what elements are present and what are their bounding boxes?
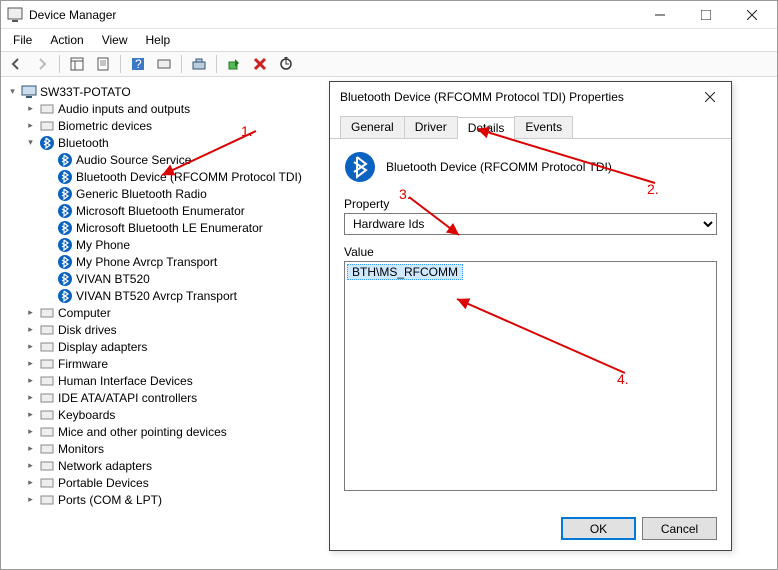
computer-icon [21,84,37,100]
properties-icon[interactable] [92,53,114,75]
tree-item-label: VIVAN BT520 Avrcp Transport [76,289,237,303]
tree-root-label: SW33T-POTATO [40,85,131,99]
property-label: Property [344,197,717,211]
tree-item-label: Audio inputs and outputs [58,102,190,116]
menu-file[interactable]: File [5,31,40,49]
help-icon[interactable]: ? [127,53,149,75]
tree-item-label: IDE ATA/ATAPI controllers [58,391,197,405]
uninstall-device-icon[interactable] [249,53,271,75]
cancel-button[interactable]: Cancel [642,517,717,540]
tab-driver[interactable]: Driver [404,116,458,138]
expander-icon[interactable]: ▸ [25,409,36,420]
close-button[interactable] [729,1,775,29]
tree-item-label: Generic Bluetooth Radio [76,187,207,201]
expander-icon[interactable]: ▸ [25,120,36,131]
expander-icon[interactable]: ▸ [25,375,36,386]
tree-item-label: Bluetooth [58,136,109,150]
tree-item-label: VIVAN BT520 [76,272,150,286]
scan-hardware-icon[interactable] [153,53,175,75]
value-label: Value [344,245,717,259]
tree-item-label: Microsoft Bluetooth LE Enumerator [76,221,263,235]
expander-icon[interactable]: ▸ [25,358,36,369]
tree-item-label: Human Interface Devices [58,374,193,388]
tree-item-label: Keyboards [58,408,115,422]
back-button[interactable] [5,53,27,75]
value-item[interactable]: BTH\MS_RFCOMM [347,264,463,280]
device-manager-icon [7,7,23,23]
tree-item-label: Mice and other pointing devices [58,425,227,439]
tree-item-label: Bluetooth Device (RFCOMM Protocol TDI) [76,170,302,184]
forward-button[interactable] [31,53,53,75]
expander-icon[interactable]: ▸ [25,307,36,318]
value-listbox[interactable]: BTH\MS_RFCOMM [344,261,717,491]
property-select[interactable]: Hardware Ids [344,213,717,235]
enable-device-icon[interactable] [223,53,245,75]
tree-item-label: Ports (COM & LPT) [58,493,162,507]
expander-icon[interactable]: ▸ [25,426,36,437]
tree-item-label: Firmware [58,357,108,371]
dialog-tabs: General Driver Details Events [330,112,731,139]
titlebar: Device Manager [1,1,777,29]
expander-icon[interactable]: ▸ [25,324,36,335]
tree-item-label: Biometric devices [58,119,152,133]
menubar: File Action View Help [1,29,777,51]
dialog-device-name: Bluetooth Device (RFCOMM Protocol TDI) [386,160,612,174]
expander-icon[interactable]: ▸ [25,341,36,352]
tab-details[interactable]: Details [457,117,516,139]
tree-item-label: Computer [58,306,111,320]
expander-icon[interactable]: ▸ [25,494,36,505]
expander-icon[interactable]: ▸ [25,443,36,454]
tree-item-label: Microsoft Bluetooth Enumerator [76,204,245,218]
menu-action[interactable]: Action [42,31,91,49]
tree-item-label: Monitors [58,442,104,456]
tree-item-label: Audio Source Service [76,153,191,167]
ok-button[interactable]: OK [561,517,636,540]
tab-events[interactable]: Events [514,116,573,138]
tree-item-label: Network adapters [58,459,152,473]
scan-changes-icon[interactable] [275,53,297,75]
expander-icon[interactable]: ▸ [25,392,36,403]
expander-icon[interactable]: ▸ [25,477,36,488]
tab-general[interactable]: General [340,116,405,138]
tree-item-label: My Phone [76,238,130,252]
dialog-titlebar[interactable]: Bluetooth Device (RFCOMM Protocol TDI) P… [330,82,731,112]
tree-item-label: Portable Devices [58,476,149,490]
dialog-title: Bluetooth Device (RFCOMM Protocol TDI) P… [340,90,699,104]
window-title: Device Manager [29,8,637,22]
update-driver-icon[interactable] [188,53,210,75]
dialog-close-button[interactable] [699,86,721,108]
maximize-button[interactable] [683,1,729,29]
expander-icon[interactable]: ▾ [25,137,36,148]
tree-item-label: My Phone Avrcp Transport [76,255,217,269]
tree-item-label: Disk drives [58,323,117,337]
expander-icon[interactable]: ▸ [25,460,36,471]
bluetooth-icon [344,151,376,183]
show-hide-tree-icon[interactable] [66,53,88,75]
toolbar: ? [1,51,777,77]
expander-icon[interactable]: ▸ [25,103,36,114]
properties-dialog: Bluetooth Device (RFCOMM Protocol TDI) P… [329,81,732,551]
minimize-button[interactable] [637,1,683,29]
svg-text:?: ? [135,57,142,71]
menu-help[interactable]: Help [138,31,179,49]
menu-view[interactable]: View [94,31,136,49]
tree-item-label: Display adapters [58,340,147,354]
expander-icon[interactable]: ▾ [7,86,18,97]
